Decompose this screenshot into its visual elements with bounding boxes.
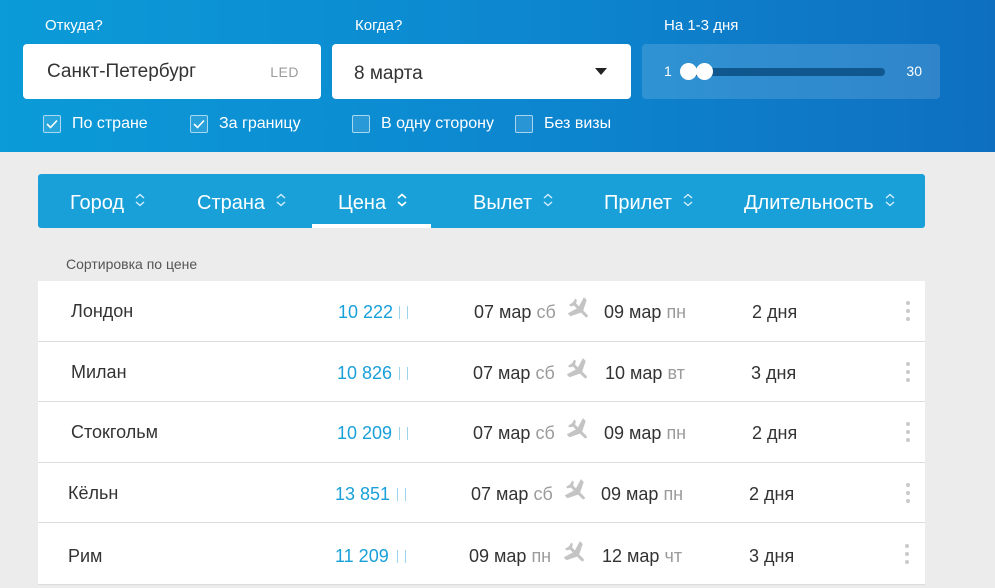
sort-arrows-icon — [682, 190, 694, 213]
slider-handle-min[interactable] — [680, 63, 697, 80]
airport-code: LED — [270, 64, 299, 80]
more-vertical-icon[interactable] — [906, 483, 910, 503]
plane-icon — [564, 478, 589, 506]
range-min-label: 1 — [664, 63, 672, 79]
more-vertical-icon[interactable] — [906, 422, 910, 442]
column-label: Страна — [197, 192, 266, 214]
plane-icon — [566, 357, 591, 385]
date-select[interactable]: 8 марта — [332, 44, 631, 99]
sort-arrows-icon — [542, 190, 554, 213]
more-vertical-icon[interactable] — [906, 362, 910, 382]
price-bars-icon — [397, 550, 407, 563]
plane-icon — [567, 296, 592, 324]
departure-date: 07 мар сб — [473, 423, 555, 443]
from-value: Санкт-Петербург — [47, 61, 197, 82]
slider-handle-max[interactable] — [696, 63, 713, 80]
plane-icon — [563, 540, 588, 568]
price[interactable]: 13 851 — [335, 484, 390, 505]
checkbox[interactable] — [43, 115, 61, 133]
price-bars-icon — [399, 427, 409, 440]
column-city[interactable]: Город — [70, 190, 146, 215]
filter-label: По стране — [72, 115, 148, 132]
filter-label: Без визы — [544, 115, 612, 132]
more-vertical-icon[interactable] — [905, 544, 909, 564]
trip-duration: 3 дня — [749, 546, 795, 566]
when-label: Когда? — [355, 17, 403, 34]
column-label: Длительность — [744, 192, 874, 214]
date-value: 8 марта — [354, 63, 423, 84]
range-max-label: 30 — [906, 63, 922, 79]
table-row[interactable]: Милан 10 826 07 мар сб 10 мар вт 3 дня — [38, 342, 925, 402]
price[interactable]: 10 209 — [337, 423, 392, 444]
city-name: Рим — [68, 546, 103, 566]
more-vertical-icon[interactable] — [906, 301, 910, 321]
table-row[interactable]: Лондон 10 222 07 мар сб 09 мар пн 2 дня — [38, 281, 925, 342]
column-price[interactable]: Цена — [338, 190, 408, 215]
city-name: Стокгольм — [71, 422, 158, 442]
active-sort-indicator — [312, 224, 431, 228]
arrival-date: 12 мар чт — [602, 546, 683, 566]
table-row[interactable]: Рим 11 209 09 мар пн 12 мар чт 3 дня — [38, 523, 925, 585]
sort-arrows-icon — [275, 190, 287, 213]
search-panel: Откуда? Когда? На 1-3 дня Санкт-Петербур… — [0, 0, 995, 152]
column-label: Вылет — [473, 192, 533, 214]
city-name: Лондон — [71, 301, 134, 321]
checkbox[interactable] — [352, 115, 370, 133]
sort-arrows-icon — [884, 190, 896, 213]
from-field[interactable]: Санкт-Петербург LED — [23, 44, 321, 99]
arrival-date: 09 мар пн — [604, 423, 687, 443]
trip-duration: 3 дня — [751, 363, 797, 383]
price[interactable]: 10 222 — [338, 302, 393, 323]
duration-slider[interactable]: 1 30 — [642, 44, 940, 99]
column-label: Цена — [338, 192, 387, 214]
price[interactable]: 11 209 — [335, 546, 389, 567]
price-bars-icon — [397, 488, 407, 501]
filter-label: За границу — [219, 115, 301, 132]
chevron-down-icon — [595, 68, 607, 75]
arrival-date: 09 мар пн — [601, 484, 684, 504]
sort-caption: Сортировка по цене — [66, 256, 198, 272]
table-row[interactable]: Кёльн 13 851 07 мар сб 09 мар пн 2 дня — [38, 463, 925, 523]
city-name: Кёльн — [68, 483, 119, 503]
departure-date: 07 мар сб — [471, 484, 553, 504]
table-row[interactable]: Стокгольм 10 209 07 мар сб 09 мар пн 2 д… — [38, 402, 925, 463]
arrival-date: 10 мар вт — [605, 363, 685, 383]
slider-track[interactable] — [684, 68, 885, 76]
column-arrival[interactable]: Прилет — [604, 190, 694, 215]
trip-duration: 2 дня — [749, 484, 795, 504]
sort-arrows-icon — [396, 190, 408, 213]
filter-label: В одну сторону — [381, 115, 494, 132]
checkbox[interactable] — [190, 115, 208, 133]
column-label: Прилет — [604, 192, 672, 214]
column-country[interactable]: Страна — [197, 190, 287, 215]
from-label: Откуда? — [45, 17, 103, 34]
price-bars-icon — [399, 367, 409, 380]
city-name: Милан — [71, 362, 127, 382]
arrival-date: 09 мар пн — [604, 302, 687, 322]
column-departure[interactable]: Вылет — [473, 190, 554, 215]
sort-arrows-icon — [134, 190, 146, 213]
trip-duration: 2 дня — [752, 423, 798, 443]
check-icon — [193, 119, 205, 129]
departure-date: 09 мар пн — [469, 546, 552, 566]
column-label: Город — [70, 192, 125, 214]
duration-label: На 1-3 дня — [664, 17, 739, 34]
check-icon — [46, 119, 58, 129]
checkbox[interactable] — [515, 115, 533, 133]
departure-date: 07 мар сб — [474, 302, 556, 322]
price[interactable]: 10 826 — [337, 363, 392, 384]
price-bars-icon — [399, 306, 409, 319]
trip-duration: 2 дня — [752, 302, 798, 322]
results-header: Город Страна Цена Вылет Прилет Длительно… — [38, 174, 925, 228]
column-duration[interactable]: Длительность — [744, 190, 896, 215]
plane-icon — [566, 417, 591, 445]
departure-date: 07 мар сб — [473, 363, 555, 383]
